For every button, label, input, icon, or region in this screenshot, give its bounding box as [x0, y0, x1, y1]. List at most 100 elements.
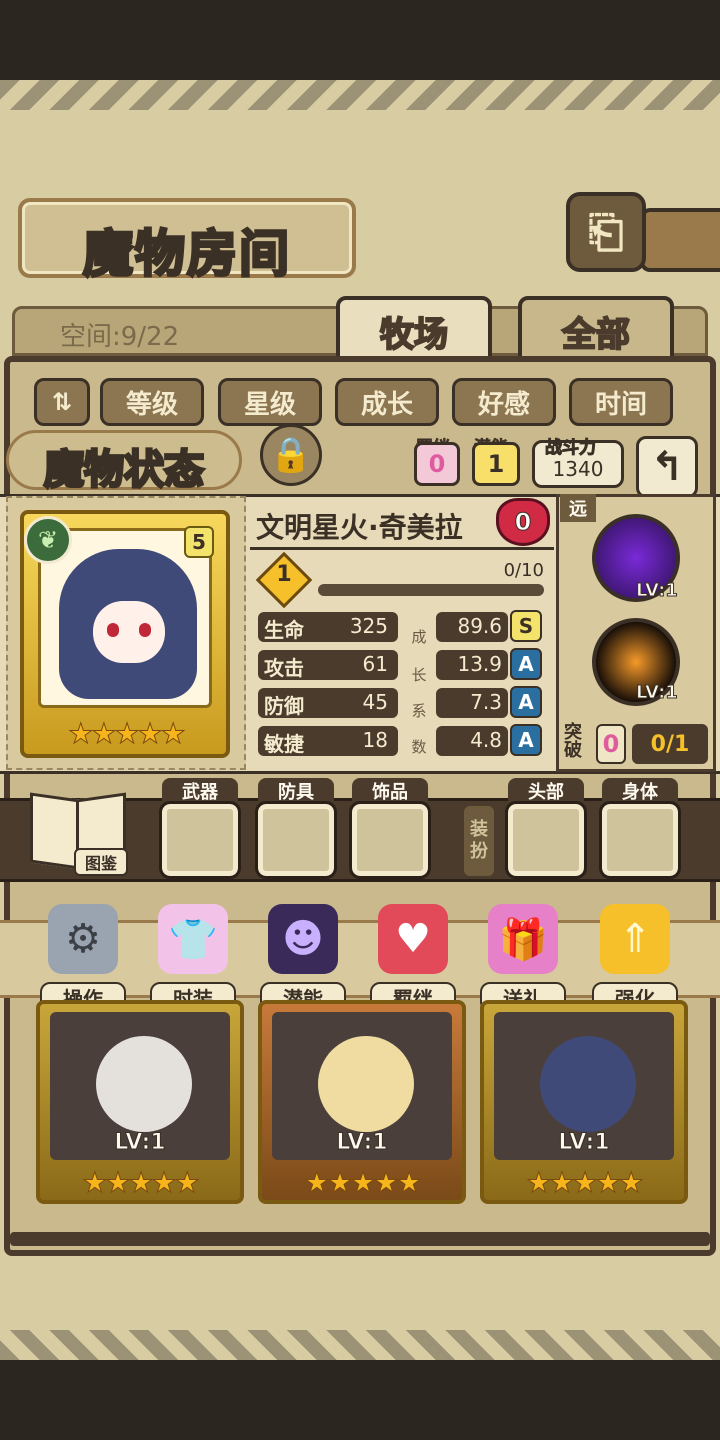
gear-icon: ⚙ — [48, 904, 118, 974]
roster-card[interactable]: LV:1 ★★★★★ — [258, 1000, 466, 1204]
stat-name: 攻击 — [264, 656, 304, 680]
top-frame — [0, 0, 720, 80]
back-arrow-icon: ⎗ — [588, 206, 624, 258]
torn-edge-top — [0, 80, 720, 110]
card-stars: ★★★★★ — [58, 714, 194, 752]
monster-name: 文明星火·奇美拉 — [256, 511, 463, 544]
roster-head — [540, 1036, 636, 1132]
slot-label: 身体 — [602, 778, 678, 804]
action-bond[interactable]: ♥ 羁绊 — [368, 904, 458, 1012]
roster-level: LV:1 — [336, 1130, 388, 1156]
status-title: 魔物状态 — [43, 446, 206, 495]
book-page-left — [30, 792, 80, 870]
page-title: 魔物房间 — [82, 224, 291, 285]
exp-bar — [318, 584, 544, 596]
growth-label-char: 系 — [411, 702, 427, 720]
roster-card[interactable]: LV:1 ★★★★★ — [36, 1000, 244, 1204]
power-label: 战斗力 — [545, 438, 597, 459]
portrait-face — [93, 601, 165, 663]
growth-label-char: 数 — [411, 738, 427, 756]
page-title-plate: 魔物房间 — [18, 198, 356, 285]
roster-card[interactable]: LV:1 ★★★★★ — [480, 1000, 688, 1204]
back-button-rail — [640, 208, 720, 272]
bond-value: 0 — [414, 442, 460, 486]
roster-head — [96, 1036, 192, 1132]
skill-level: LV:1 — [636, 580, 679, 602]
padlock-icon: 🔒 — [269, 435, 313, 475]
filter-affection[interactable]: 好感 — [452, 378, 556, 426]
gift-icon: 🎁 — [488, 904, 558, 974]
rank-badge: 5 — [184, 526, 214, 558]
stat-value: 18 — [362, 728, 388, 752]
slot-weapon[interactable] — [159, 801, 241, 879]
stat-name: 生命 — [264, 618, 304, 642]
affection-heart: 0 — [496, 498, 550, 546]
portrait-eye — [139, 623, 151, 637]
lock-button[interactable]: 🔒 — [260, 424, 322, 486]
level-value: 1 — [276, 562, 292, 587]
space-counter: 空间:9/22 — [60, 322, 180, 352]
portrait-eye — [107, 623, 119, 637]
growth-label-char: 成 — [411, 628, 427, 646]
affection-value: 0 — [514, 508, 532, 537]
list-bottom-rail — [10, 1232, 710, 1246]
stat-value: 61 — [362, 652, 388, 676]
slot-label: 饰品 — [352, 778, 428, 804]
shadow-figure-icon: ☻ — [268, 904, 338, 974]
action-operate[interactable]: ⚙ 操作 — [38, 904, 128, 1012]
stat-name: 防御 — [264, 694, 304, 718]
slot-accessory[interactable] — [349, 801, 431, 879]
return-arrow-icon: ↰ — [650, 444, 684, 490]
roster-head — [318, 1036, 414, 1132]
outfit-icon: 👕 — [158, 904, 228, 974]
dress-up-label[interactable]: 装扮 — [464, 806, 494, 876]
roster-level: LV:1 — [114, 1130, 166, 1156]
potential-value: 1 — [472, 442, 520, 486]
status-title-plate: 魔物状态 — [6, 430, 242, 495]
roster-stars: ★★★★★ — [82, 1166, 201, 1200]
growth-label-char: 长 — [411, 666, 427, 684]
breakthrough-label: 突破 — [564, 722, 582, 761]
action-upgrade[interactable]: ⇑ 强化 — [590, 904, 680, 1012]
upgrade-arrows-icon: ⇑ — [600, 904, 670, 974]
return-button[interactable]: ↰ — [636, 436, 698, 498]
roster-stars: ★★★★★ — [304, 1166, 423, 1200]
stat-value: 325 — [349, 614, 388, 638]
slot-head[interactable] — [505, 801, 587, 879]
leaf-icon: ❦ — [24, 516, 72, 564]
grade-badge: S — [510, 610, 542, 642]
roster-stars: ★★★★★ — [526, 1166, 645, 1200]
back-button[interactable]: ⎗ — [566, 192, 646, 272]
hearts-icon: ♥ — [378, 904, 448, 974]
range-tag: 远 — [560, 494, 596, 522]
growth-value: 7.3 — [470, 690, 502, 714]
filter-growth[interactable]: 成长 — [335, 378, 439, 426]
action-gift[interactable]: 🎁 送礼 — [478, 904, 568, 1012]
stat-value: 45 — [362, 690, 388, 714]
book-label[interactable]: 图鉴 — [74, 848, 128, 876]
grade-badge: A — [510, 724, 542, 756]
sort-toggle-button[interactable]: ⇅ — [34, 378, 90, 426]
roster-level: LV:1 — [558, 1130, 610, 1156]
stat-name: 敏捷 — [264, 732, 304, 756]
bottom-frame — [0, 1360, 720, 1440]
action-potential[interactable]: ☻ 潜能 — [258, 904, 348, 1012]
filter-level[interactable]: 等级 — [100, 378, 204, 426]
grade-badge: A — [510, 686, 542, 718]
skill-level: LV:1 — [636, 682, 679, 704]
sort-toggle-icon: ⇅ — [51, 388, 73, 416]
breakthrough-count[interactable]: 0/1 — [632, 724, 708, 764]
breakthrough-value: 0 — [596, 724, 626, 764]
filter-time[interactable]: 时间 — [569, 378, 673, 426]
star-rating: ★★★★★ — [68, 716, 187, 750]
exp-text: 0/10 — [503, 560, 544, 581]
slot-label: 头部 — [508, 778, 584, 804]
action-outfit[interactable]: 👕 时装 — [148, 904, 238, 1012]
slot-body[interactable] — [599, 801, 681, 879]
grade-badge: A — [510, 648, 542, 680]
filter-star[interactable]: 星级 — [218, 378, 322, 426]
growth-value: 89.6 — [457, 614, 502, 638]
slot-armor[interactable] — [255, 801, 337, 879]
slot-label: 武器 — [162, 778, 238, 804]
growth-value: 13.9 — [457, 652, 502, 676]
